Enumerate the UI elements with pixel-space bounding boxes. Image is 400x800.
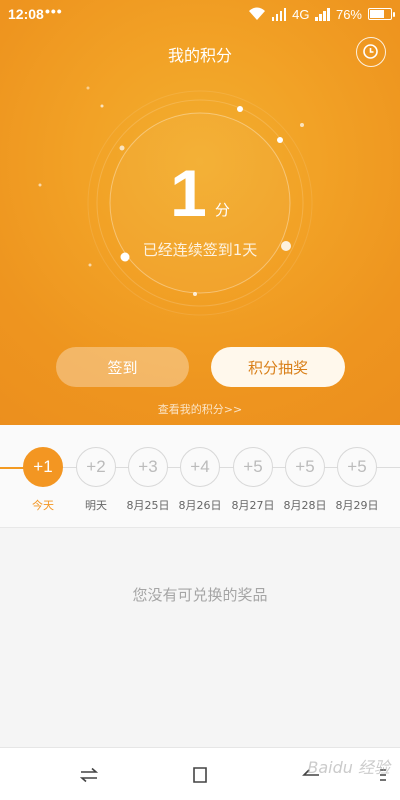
page-title: 我的积分 bbox=[167, 46, 232, 65]
day-reward: +3 bbox=[128, 447, 168, 487]
switch-apps-button[interactable] bbox=[76, 762, 102, 788]
network-type: 4G bbox=[292, 6, 310, 22]
day-reward: +5 bbox=[233, 447, 273, 487]
home-button[interactable] bbox=[187, 762, 213, 788]
watermark: Baidu 经验 bbox=[307, 758, 390, 777]
day-reward: +5 bbox=[285, 447, 325, 487]
day-item[interactable]: +2 明天 bbox=[70, 447, 122, 513]
square-icon bbox=[193, 767, 207, 783]
day-item[interactable]: +4 8月26日 bbox=[174, 447, 226, 513]
status-bar: 12:08 ••• 4G 76% bbox=[0, 0, 400, 28]
day-reward: +2 bbox=[76, 447, 116, 487]
day-label: 明天 bbox=[85, 499, 107, 512]
view-points-link[interactable]: 查看我的积分>> bbox=[0, 401, 400, 417]
day-item[interactable]: +5 8月29日 bbox=[331, 447, 383, 513]
signal-icon bbox=[271, 7, 287, 21]
points-header: 12:08 ••• 4G 76% 我的积分 1分 已经连续签到1天 签到 积分抽… bbox=[0, 0, 400, 425]
history-button[interactable] bbox=[356, 37, 386, 67]
day-label: 今天 bbox=[32, 499, 54, 512]
signal-icon-2 bbox=[315, 7, 330, 21]
day-item[interactable]: +3 8月25日 bbox=[122, 447, 174, 513]
checkin-button[interactable]: 签到 bbox=[56, 347, 189, 387]
lottery-button[interactable]: 积分抽奖 bbox=[211, 347, 345, 387]
day-item[interactable]: +1 今天 bbox=[17, 447, 69, 513]
day-label: 8月26日 bbox=[178, 499, 222, 512]
points-unit: 分 bbox=[214, 201, 230, 219]
points-value: 1 bbox=[170, 156, 207, 230]
streak-text: 已经连续签到1天 bbox=[142, 241, 258, 259]
day-label: 8月29日 bbox=[335, 499, 379, 512]
battery-percent: 76% bbox=[335, 6, 362, 22]
status-dots: ••• bbox=[45, 3, 63, 19]
day-item[interactable]: +5 8月28日 bbox=[279, 447, 331, 513]
day-label: 8月25日 bbox=[126, 499, 170, 512]
day-label: 8月28日 bbox=[283, 499, 327, 512]
day-reward: +5 bbox=[337, 447, 377, 487]
clock-icon bbox=[363, 44, 378, 59]
day-reward: +4 bbox=[180, 447, 220, 487]
switch-icon bbox=[79, 767, 99, 783]
day-reward: +1 bbox=[23, 447, 63, 487]
checkin-calendar: +1 今天 +2 明天 +3 8月25日 +4 8月26日 +5 8月27日 +… bbox=[0, 425, 400, 527]
day-label: 8月27日 bbox=[231, 499, 275, 512]
wifi-icon bbox=[248, 7, 265, 20]
battery-icon bbox=[368, 8, 395, 20]
empty-rewards-message: 您没有可兑换的奖品 bbox=[132, 586, 268, 604]
rewards-area: 您没有可兑换的奖品 bbox=[0, 527, 400, 747]
status-time: 12:08 bbox=[8, 6, 44, 22]
day-item[interactable]: +5 8月27日 bbox=[227, 447, 279, 513]
points-display: 1分 bbox=[0, 160, 400, 226]
